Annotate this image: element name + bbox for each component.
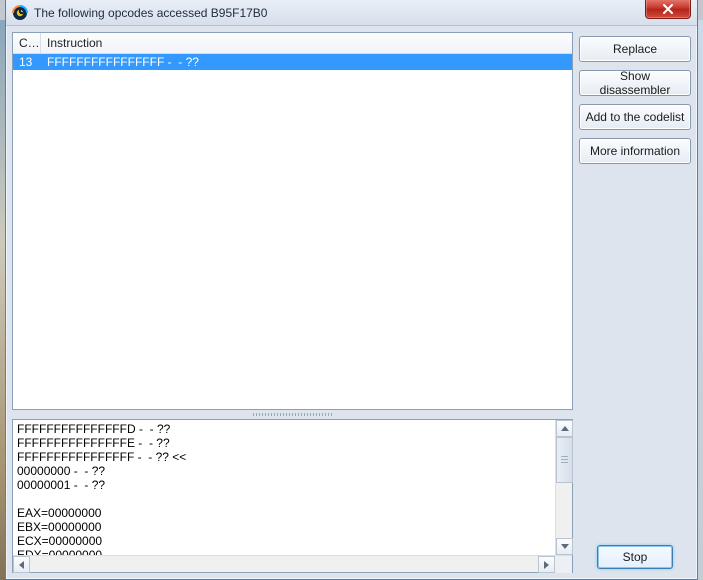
column-instruction[interactable]: Instruction (41, 33, 572, 53)
splitter[interactable] (12, 411, 573, 418)
replace-button[interactable]: Replace (579, 36, 691, 62)
opcode-list[interactable]: C... Instruction 13 FFFFFFFFFFFFFFFF - -… (12, 32, 573, 410)
column-count[interactable]: C... (13, 33, 41, 53)
opcode-list-header: C... Instruction (13, 33, 572, 54)
opcode-row-instruction: FFFFFFFFFFFFFFFF - - ?? (41, 54, 572, 70)
chevron-up-icon (561, 426, 569, 431)
detail-text: FFFFFFFFFFFFFFFD - - ?? FFFFFFFFFFFFFFFE… (13, 420, 555, 555)
scroll-down-button[interactable] (556, 538, 573, 555)
more-information-button[interactable]: More information (579, 138, 691, 164)
opcode-row-count: 13 (13, 54, 41, 70)
stop-button[interactable]: Stop (597, 545, 673, 569)
window-title: The following opcodes accessed B95F17B0 (34, 6, 267, 20)
vertical-scrollbar[interactable] (555, 420, 572, 555)
close-icon (662, 4, 674, 14)
scroll-left-button[interactable] (13, 556, 30, 573)
add-to-codelist-button[interactable]: Add to the codelist (579, 104, 691, 130)
app-icon (12, 5, 28, 21)
detail-panel[interactable]: FFFFFFFFFFFFFFFD - - ?? FFFFFFFFFFFFFFFE… (12, 419, 573, 573)
scroll-right-button[interactable] (538, 556, 555, 573)
scroll-up-button[interactable] (556, 420, 573, 437)
chevron-right-icon (544, 561, 549, 569)
opcode-row[interactable]: 13 FFFFFFFFFFFFFFFF - - ?? (13, 54, 572, 70)
close-button[interactable] (645, 0, 691, 19)
chevron-left-icon (19, 561, 24, 569)
splitter-grip-icon (253, 413, 333, 416)
window: The following opcodes accessed B95F17B0 … (5, 0, 698, 580)
scroll-thumb[interactable] (556, 437, 573, 483)
horizontal-scrollbar[interactable] (13, 555, 572, 572)
chevron-down-icon (561, 544, 569, 549)
show-disassembler-button[interactable]: Show disassembler (579, 70, 691, 96)
titlebar[interactable]: The following opcodes accessed B95F17B0 (6, 0, 697, 26)
scrollbar-corner (555, 556, 572, 573)
